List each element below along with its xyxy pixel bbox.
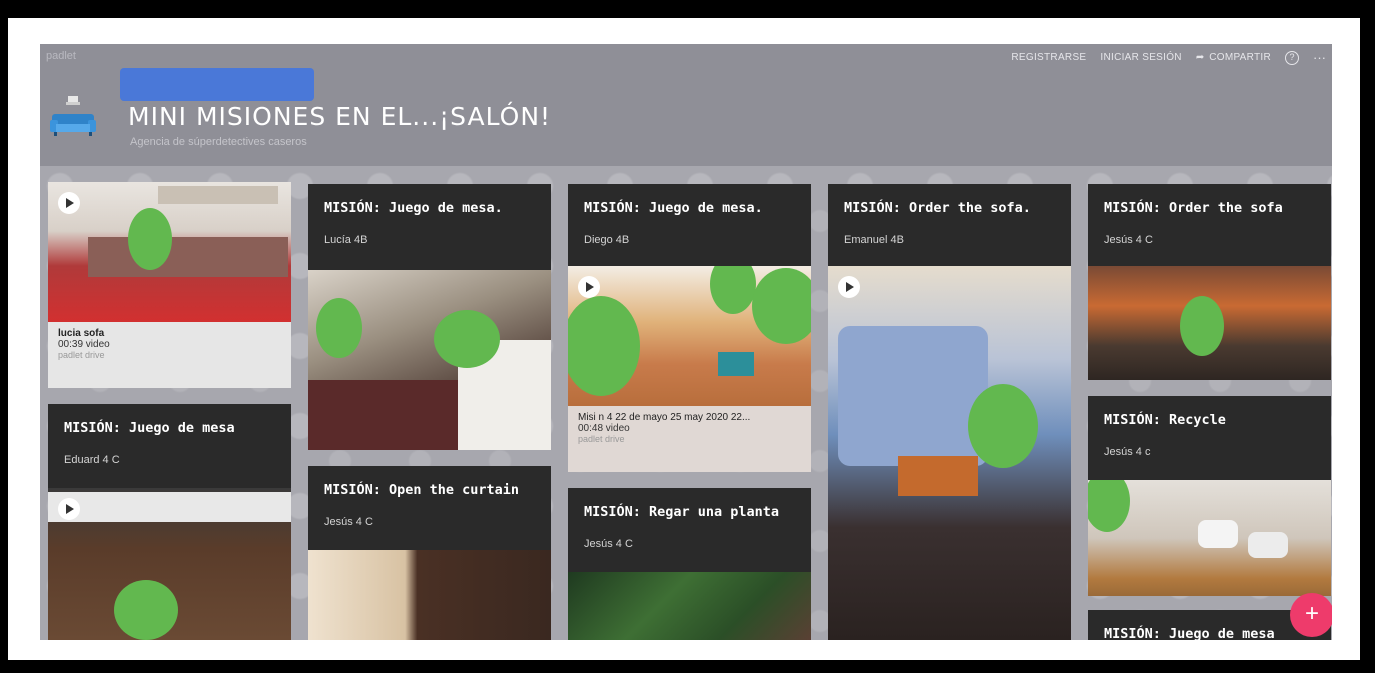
face-blur <box>128 208 172 270</box>
share-icon: ➦ <box>1195 52 1205 63</box>
post-card[interactable]: MISIÓN: Juego de mesa Eduard 4 C <box>48 404 291 640</box>
post-card[interactable]: MISIÓN: Order the sofa Jesús 4 C <box>1088 184 1331 380</box>
post-author: Eduard 4 C <box>64 454 120 466</box>
post-card[interactable]: MISIÓN: Open the curtain Jesús 4 C <box>308 466 551 640</box>
register-link[interactable]: REGISTRARSE <box>1011 52 1086 63</box>
post-card[interactable]: MISIÓN: Regar una planta Jesús 4 C <box>568 488 811 640</box>
post-author: Lucía 4B <box>324 234 368 246</box>
face-blur <box>710 266 756 314</box>
face-blur <box>1180 296 1224 356</box>
post-card[interactable]: MISIÓN: Juego de mesa. Diego 4B Misi n 4… <box>568 184 811 472</box>
post-title: MISIÓN: Juego de mesa. <box>584 200 763 216</box>
post-video-thumbnail[interactable] <box>48 182 291 322</box>
board-game-table <box>308 380 468 450</box>
attachment-source: padlet drive <box>578 434 625 444</box>
sofa-icon <box>50 96 96 136</box>
post-title: MISIÓN: Regar una planta <box>584 504 780 520</box>
top-actions: REGISTRARSE INICIAR SESIÓN ➦ COMPARTIR ?… <box>1011 50 1326 65</box>
post-card[interactable]: lucia sofa 00:39 video padlet drive <box>48 182 291 388</box>
play-icon[interactable] <box>838 276 860 298</box>
board-subtitle: Agencia de súperdetectives caseros <box>130 136 307 148</box>
help-icon[interactable]: ? <box>1285 50 1299 65</box>
post-author: Jesús 4 C <box>324 516 373 528</box>
post-title: MISIÓN: Juego de mesa. <box>324 200 503 216</box>
game-box <box>718 352 754 376</box>
post-title: MISIÓN: Recycle <box>1104 412 1226 428</box>
post-caption: Misi n 4 22 de mayo 25 may 2020 22... 00… <box>568 406 811 472</box>
post-image[interactable] <box>308 270 551 450</box>
post-image[interactable] <box>1088 480 1331 596</box>
redaction-bar <box>120 68 314 101</box>
post-image[interactable] <box>568 572 811 640</box>
attachment-meta: 00:48 video <box>578 423 630 434</box>
post-author: Jesús 4 C <box>1104 234 1153 246</box>
attachment-name: Misi n 4 22 de mayo 25 may 2020 22... <box>578 412 751 423</box>
play-icon[interactable] <box>58 192 80 214</box>
share-label: COMPARTIR <box>1209 52 1271 63</box>
board-header: padlet MINI MISIONES EN EL...¡SALÓN! Age… <box>40 44 1332 166</box>
post-image[interactable] <box>1088 266 1331 380</box>
post-card[interactable]: MISIÓN: Order the sofa. Emanuel 4B <box>828 184 1071 640</box>
login-link[interactable]: INICIAR SESIÓN <box>1100 52 1181 63</box>
face-blur <box>968 384 1038 468</box>
post-title: MISIÓN: Juego de mesa <box>1104 626 1275 640</box>
post-title: MISIÓN: Order the sofa <box>1104 200 1283 216</box>
cushion <box>898 456 978 496</box>
attachment-source: padlet drive <box>58 350 105 360</box>
post-video-thumbnail[interactable] <box>568 266 811 406</box>
face-blur <box>568 296 640 396</box>
play-icon[interactable] <box>58 498 80 520</box>
recycle-bin <box>1198 520 1238 548</box>
blanket-on-sofa <box>838 326 988 466</box>
face-blur <box>316 298 362 358</box>
board-title: MINI MISIONES EN EL...¡SALÓN! <box>128 102 552 131</box>
brand-logo[interactable]: padlet <box>46 50 76 62</box>
post-title: MISIÓN: Order the sofa. <box>844 200 1031 216</box>
post-card[interactable]: MISIÓN: Juego de mesa. Lucía 4B <box>308 184 551 450</box>
post-caption: lucia sofa 00:39 video padlet drive <box>48 322 291 388</box>
post-author: Jesús 4 c <box>1104 446 1151 458</box>
attachment-name: lucia sofa <box>58 328 105 339</box>
sofa-back <box>88 237 288 277</box>
attachment-meta: 00:39 video <box>58 339 110 350</box>
face-blur <box>1088 480 1130 532</box>
add-post-button[interactable]: + <box>1290 593 1332 637</box>
post-author: Diego 4B <box>584 234 630 246</box>
more-options-icon[interactable]: ··· <box>1313 50 1326 65</box>
post-image[interactable] <box>308 550 551 640</box>
face-blur <box>114 580 178 640</box>
play-icon[interactable] <box>578 276 600 298</box>
share-button[interactable]: ➦ COMPARTIR <box>1196 52 1271 63</box>
post-title: MISIÓN: Open the curtain <box>324 482 520 498</box>
padlet-board: padlet MINI MISIONES EN EL...¡SALÓN! Age… <box>40 44 1332 640</box>
wall-frames <box>158 186 278 204</box>
post-author: Jesús 4 C <box>584 538 633 550</box>
post-video-thumbnail[interactable] <box>828 266 1071 640</box>
recycle-bin <box>1248 532 1288 558</box>
counter-top <box>48 492 291 522</box>
post-author: Emanuel 4B <box>844 234 904 246</box>
post-video-thumbnail[interactable] <box>48 488 291 640</box>
face-blur <box>434 310 500 368</box>
post-title: MISIÓN: Juego de mesa <box>64 420 235 436</box>
post-card[interactable]: MISIÓN: Recycle Jesús 4 c <box>1088 396 1331 596</box>
face-blur <box>752 268 811 344</box>
